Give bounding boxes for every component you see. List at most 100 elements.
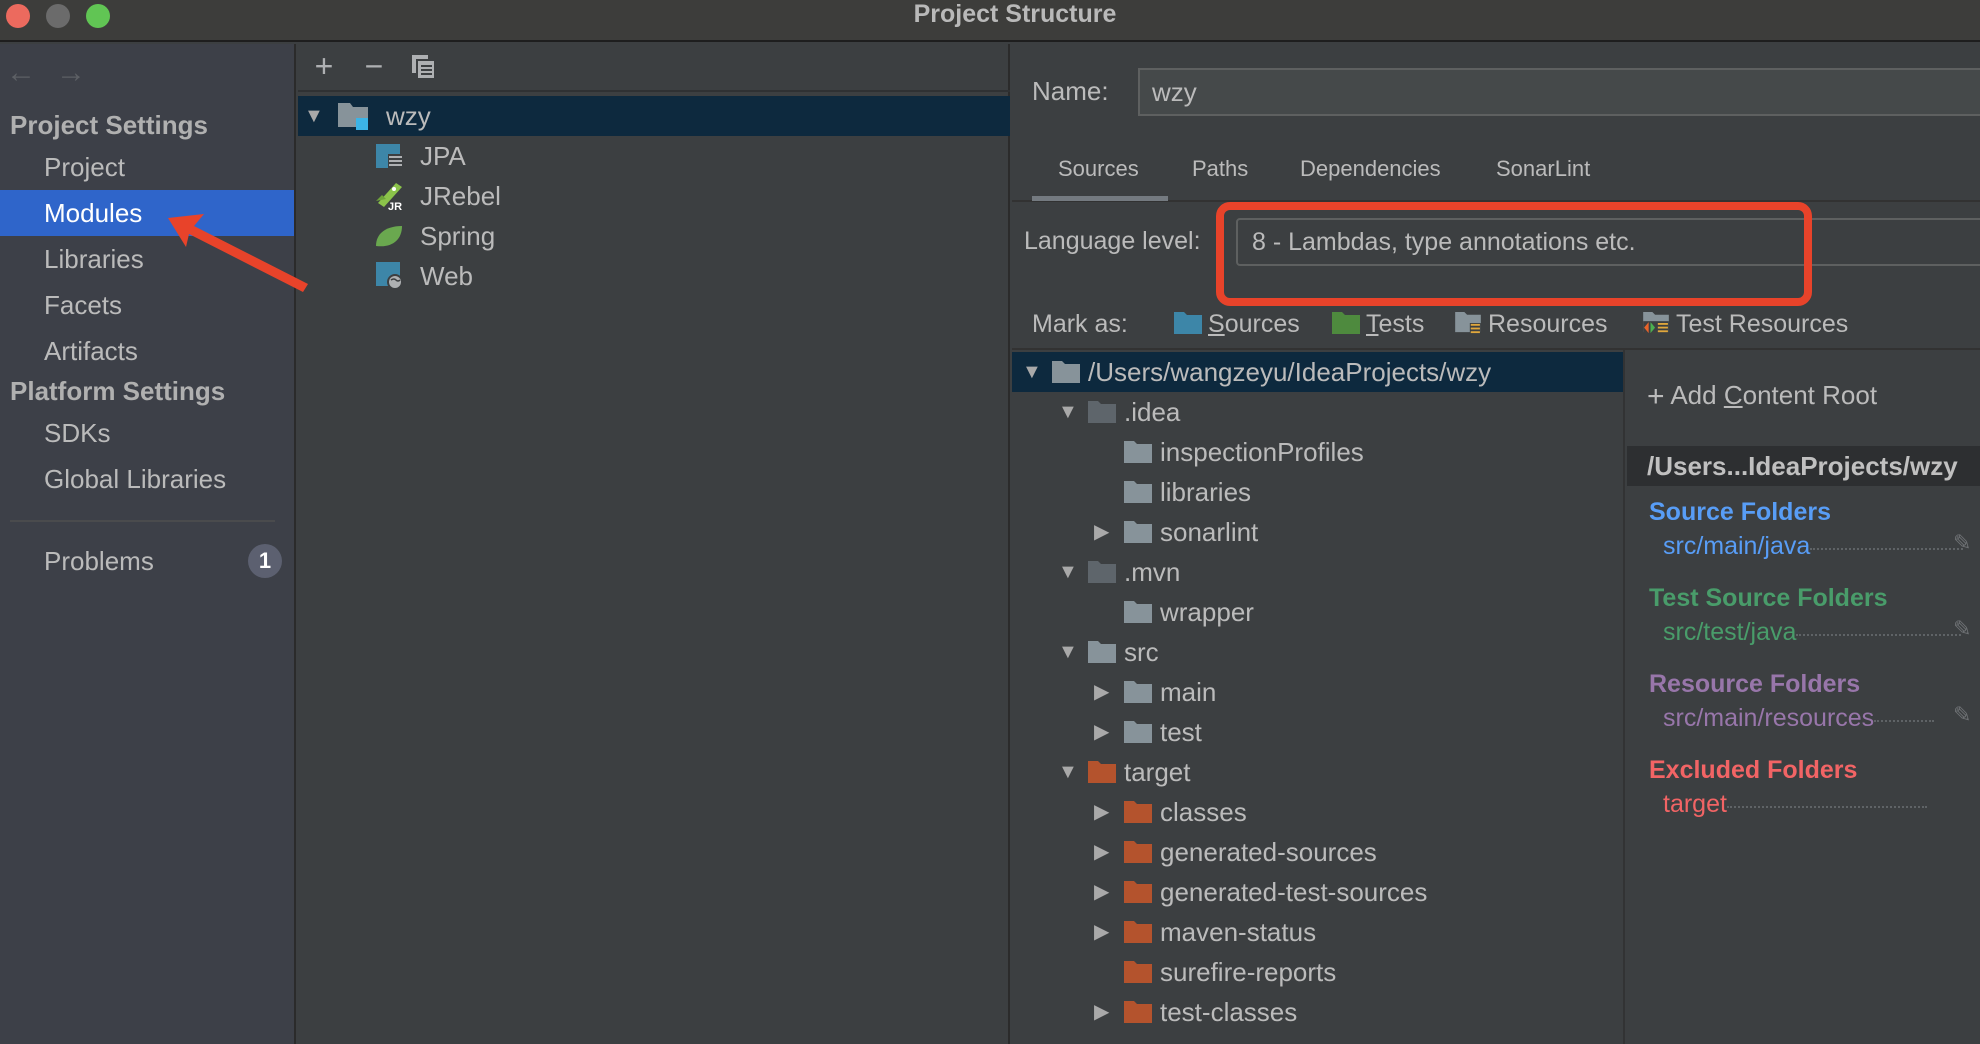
mark-label: ests <box>1378 310 1425 338</box>
edit-pencil-icon[interactable]: ✎ <box>1953 616 1971 642</box>
expand-triangle-icon[interactable]: ▼ <box>304 96 324 136</box>
add-module-button[interactable]: + <box>306 48 342 85</box>
content-tree-item[interactable]: ▶ test-classes <box>1012 992 1623 1032</box>
content-tree-item[interactable]: ▶ maven-status <box>1012 912 1623 952</box>
sidebar-item-artifacts[interactable]: Artifacts <box>0 328 294 374</box>
folder-path: src/main/java <box>1663 532 1811 560</box>
content-tree-item[interactable]: ▶ generated-sources <box>1012 832 1623 872</box>
tab-sources[interactable]: Sources <box>1058 156 1139 182</box>
source-folder-path[interactable]: src/main/java <box>1663 532 1963 561</box>
collapse-triangle-icon[interactable]: ▶ <box>1094 712 1114 752</box>
tab-dependencies[interactable]: Dependencies <box>1300 156 1441 182</box>
content-tree-item[interactable]: ▼ .idea <box>1012 392 1623 432</box>
content-tree-item[interactable]: ▶ test <box>1012 712 1623 752</box>
expand-triangle-icon[interactable]: ▼ <box>1058 632 1078 672</box>
folder-icon <box>1088 401 1116 423</box>
content-tree-item[interactable]: ▶ generated-test-sources <box>1012 872 1623 912</box>
tab-paths[interactable]: Paths <box>1192 156 1248 182</box>
content-tree-item[interactable]: ▼ /Users/wangzeyu/IdeaProjects/wzy <box>1012 352 1623 392</box>
folder-label: sonarlint <box>1160 517 1259 547</box>
content-tree-item[interactable]: ▼ .mvn <box>1012 552 1623 592</box>
module-tree-item-wzy[interactable]: ▼ wzy <box>298 96 1010 136</box>
folder-icon <box>1124 721 1152 743</box>
content-tree-item[interactable]: libraries <box>1012 472 1623 512</box>
mark-as-sources-button[interactable]: Sources <box>1174 310 1300 339</box>
content-tree-item[interactable]: surefire-reports <box>1012 952 1623 992</box>
folder-label: .idea <box>1124 397 1181 427</box>
content-tree-item[interactable]: inspectionProfiles <box>1012 432 1623 472</box>
copy-module-button[interactable] <box>406 52 442 89</box>
back-arrow-icon[interactable]: ← <box>6 56 36 90</box>
collapse-triangle-icon[interactable]: ▶ <box>1094 872 1114 912</box>
expand-triangle-icon[interactable]: ▼ <box>1058 552 1078 592</box>
resource-folders-heading: Resource Folders <box>1649 670 1861 698</box>
name-label: Name: <box>1032 76 1109 106</box>
remove-module-button[interactable]: − <box>356 48 392 85</box>
mark-as-resources-button[interactable]: Resources <box>1454 310 1608 339</box>
mark-label: ources <box>1224 310 1300 338</box>
sidebar-item-sdks[interactable]: SDKs <box>0 410 294 456</box>
source-folders-heading: Source Folders <box>1649 498 1831 526</box>
facet-tree-item-jrebel[interactable]: JR JRebel <box>298 176 1010 216</box>
web-facet-icon <box>376 262 403 290</box>
resources-folder-icon <box>1455 312 1481 334</box>
collapse-triangle-icon[interactable]: ▶ <box>1094 992 1114 1032</box>
resource-folder-path[interactable]: src/main/resources <box>1663 704 1963 733</box>
facet-tree-item-spring[interactable]: Spring <box>298 216 1010 256</box>
add-label: Add <box>1670 380 1724 410</box>
module-name-input[interactable]: wzy <box>1138 68 1980 116</box>
edit-pencil-icon[interactable]: ✎ <box>1953 530 1971 556</box>
facet-tree-item-web[interactable]: Web <box>298 256 1010 296</box>
edit-pencil-icon[interactable]: ✎ <box>1953 702 1971 728</box>
modules-toolbar: + − <box>298 44 1010 92</box>
content-tree-item[interactable]: ▼ target <box>1012 752 1623 792</box>
test-source-folder-path[interactable]: src/test/java <box>1663 618 1963 647</box>
tab-sonarlint[interactable]: SonarLint <box>1496 156 1590 182</box>
sidebar-item-project[interactable]: Project <box>0 144 294 190</box>
sidebar-item-facets[interactable]: Facets <box>0 282 294 328</box>
add-content-root-button[interactable]: + Add Content Root <box>1647 380 1877 414</box>
folder-label: test <box>1160 717 1202 747</box>
collapse-triangle-icon[interactable]: ▶ <box>1094 832 1114 872</box>
expand-triangle-icon[interactable]: ▼ <box>1058 392 1078 432</box>
folder-icon <box>1124 961 1152 983</box>
copy-icon <box>412 55 436 80</box>
folder-icon <box>1124 801 1152 823</box>
content-tree-item[interactable]: ▼ src <box>1012 632 1623 672</box>
facet-label: JRebel <box>420 181 501 211</box>
sidebar-item-libraries[interactable]: Libraries <box>0 236 294 282</box>
expand-triangle-icon[interactable]: ▼ <box>1022 352 1042 392</box>
expand-triangle-icon[interactable]: ▼ <box>1058 752 1078 792</box>
collapse-triangle-icon[interactable]: ▶ <box>1094 912 1114 952</box>
folder-icon <box>1088 561 1116 583</box>
folder-icon <box>1124 441 1152 463</box>
content-root-tree: ▼ /Users/wangzeyu/IdeaProjects/wzy ▼ .idea i… <box>1012 350 1625 1044</box>
sidebar-item-modules[interactable]: Modules <box>0 190 294 236</box>
collapse-triangle-icon[interactable]: ▶ <box>1094 672 1114 712</box>
content-tree-item[interactable]: ▶ main <box>1012 672 1623 712</box>
module-folder-icon <box>338 103 368 130</box>
folder-label: .mvn <box>1124 557 1181 587</box>
collapse-triangle-icon[interactable]: ▶ <box>1094 512 1114 552</box>
folder-icon <box>1124 1001 1152 1023</box>
content-tree-item[interactable]: ▶ sonarlint <box>1012 512 1623 552</box>
folder-label: src <box>1124 637 1159 667</box>
folder-icon <box>1124 681 1152 703</box>
folder-icon <box>1124 601 1152 623</box>
sidebar-divider <box>10 520 275 522</box>
collapse-triangle-icon[interactable]: ▶ <box>1094 792 1114 832</box>
mark-as-tests-button[interactable]: Tests <box>1332 310 1424 339</box>
language-level-label: Language level: <box>1024 227 1201 255</box>
folder-label: classes <box>1160 797 1247 827</box>
facet-tree-item-jpa[interactable]: JPA <box>298 136 1010 176</box>
title-bar: Project Structure <box>0 0 1980 42</box>
content-tree-item[interactable]: ▶ classes <box>1012 792 1623 832</box>
content-tree-item[interactable]: wrapper <box>1012 592 1623 632</box>
forward-arrow-icon[interactable]: → <box>56 56 86 90</box>
mark-as-test-resources-button[interactable]: Test Resources <box>1642 310 1848 339</box>
excluded-folder-path[interactable]: target <box>1663 790 1963 819</box>
tests-folder-icon <box>1332 312 1360 334</box>
sidebar-item-global-libraries[interactable]: Global Libraries <box>0 456 294 502</box>
folder-label: surefire-reports <box>1160 957 1337 987</box>
folder-icon <box>1088 761 1116 783</box>
